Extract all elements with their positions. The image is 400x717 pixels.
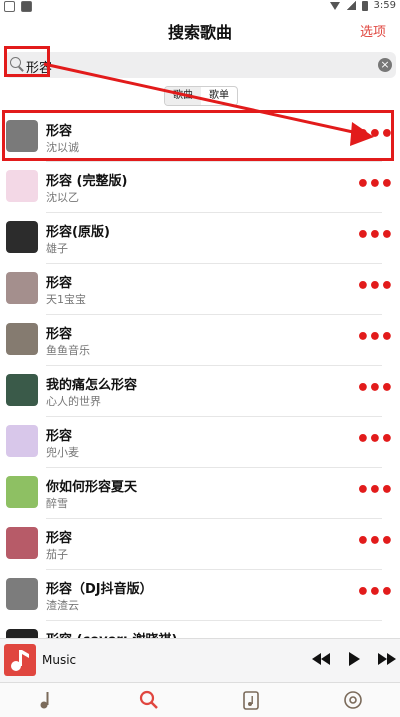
tab-search[interactable] bbox=[138, 689, 160, 711]
music-note-icon bbox=[40, 692, 49, 709]
library-icon bbox=[243, 691, 259, 710]
player-artwork bbox=[4, 644, 36, 676]
tab-music[interactable] bbox=[36, 689, 58, 711]
music-note-icon bbox=[11, 650, 29, 671]
player-title: Music bbox=[42, 653, 77, 667]
play-button[interactable] bbox=[347, 652, 361, 670]
tab-bar bbox=[0, 682, 400, 717]
next-icon bbox=[378, 653, 396, 665]
mini-player[interactable]: Music bbox=[0, 638, 400, 683]
tab-library[interactable] bbox=[240, 689, 262, 711]
search-icon bbox=[139, 690, 158, 709]
previous-button[interactable] bbox=[312, 652, 330, 670]
annotation-arrow bbox=[43, 62, 374, 146]
gear-icon bbox=[344, 691, 362, 709]
play-icon bbox=[349, 652, 360, 666]
next-button[interactable] bbox=[378, 652, 396, 670]
tab-settings[interactable] bbox=[342, 689, 364, 711]
previous-icon bbox=[312, 653, 330, 665]
